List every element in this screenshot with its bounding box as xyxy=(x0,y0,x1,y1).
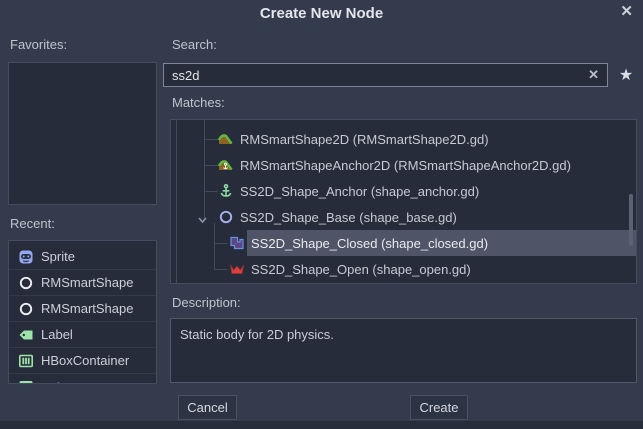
tree-item-label: SS2D_Shape_Base (shape_base.gd) xyxy=(240,210,457,225)
tree-item[interactable]: SS2D_Shape_Base (shape_base.gd) xyxy=(171,204,636,230)
create-button[interactable]: Create xyxy=(410,395,468,420)
shape-open-icon xyxy=(229,261,245,277)
tree-item[interactable]: RMSmartShape2D (RMSmartShape2D.gd) xyxy=(171,126,636,152)
list-item[interactable]: RMSmartShape xyxy=(9,296,156,322)
description-label: Description: xyxy=(172,295,241,310)
list-item-label: RMSmartShape xyxy=(41,275,133,290)
tree-item-label: SS2D_Shape_Anchor (shape_anchor.gd) xyxy=(240,184,479,199)
tree-item-label: SS2D_Shape_Closed (shape_closed.gd) xyxy=(251,236,488,251)
sprite-icon xyxy=(18,249,34,265)
recent-list: Sprite RMSmartShape RMSmartShape Label HBoxC… xyxy=(8,240,157,384)
search-input[interactable]: ss2d ✕ xyxy=(163,63,608,87)
cancel-button[interactable]: Cancel xyxy=(178,395,237,420)
list-item[interactable]: RMSmartShape xyxy=(9,270,156,296)
hbox-container-icon xyxy=(18,353,34,369)
tree-rows: RMSmartShape2D (RMSmartShape2D.gd) RMSmar… xyxy=(171,126,636,282)
anchor-icon xyxy=(218,183,234,199)
recent-label: Recent: xyxy=(10,216,55,231)
create-button-label: Create xyxy=(419,400,458,415)
shape-closed-icon xyxy=(229,235,245,251)
tree-item-label: SS2D_Shape_Open (shape_open.gd) xyxy=(251,262,471,277)
tree-item-label: RMSmartShape2D (RMSmartShape2D.gd) xyxy=(240,132,489,147)
dialog-bottom-edge xyxy=(0,421,643,429)
tree-item[interactable]: RMSmartShapeAnchor2D (RMSmartShapeAnchor… xyxy=(171,152,636,178)
list-item-label: SpinBox xyxy=(41,380,89,385)
terrain-anchor-icon xyxy=(218,157,234,173)
list-item[interactable]: Label xyxy=(9,322,156,348)
list-item-label: RMSmartShape xyxy=(41,301,133,316)
label-tag-icon xyxy=(18,327,34,343)
vertical-scrollbar[interactable] xyxy=(629,194,633,246)
favorite-star-icon[interactable]: ★ xyxy=(613,63,639,87)
search-value: ss2d xyxy=(172,68,588,83)
favorites-label: Favorites: xyxy=(10,37,67,52)
tree-item[interactable]: SS2D_Shape_Open (shape_open.gd) xyxy=(171,256,636,282)
circle-white-icon xyxy=(18,275,34,291)
tree-item[interactable]: SS2D_Shape_Closed (shape_closed.gd) xyxy=(171,230,636,256)
matches-label: Matches: xyxy=(172,95,225,110)
search-label: Search: xyxy=(172,37,217,52)
close-icon[interactable]: ✕ xyxy=(620,3,633,21)
clear-search-icon[interactable]: ✕ xyxy=(588,67,599,83)
list-item[interactable]: SpinBox xyxy=(9,374,156,384)
list-item[interactable]: Sprite xyxy=(9,244,156,270)
list-item[interactable]: HBoxContainer xyxy=(9,348,156,374)
circle-white-icon xyxy=(18,301,34,317)
tree-item[interactable]: SS2D_Shape_Anchor (shape_anchor.gd) xyxy=(171,178,636,204)
matches-tree: RMSmartShape2D (RMSmartShape2D.gd) RMSmar… xyxy=(170,119,637,284)
tree-item-label: RMSmartShapeAnchor2D (RMSmartShapeAnchor… xyxy=(240,158,571,173)
circle-blue-icon xyxy=(218,209,234,225)
dialog-title: Create New Node xyxy=(0,5,643,22)
list-item-label: HBoxContainer xyxy=(41,353,129,368)
list-item-label: Label xyxy=(41,327,73,342)
description-box: Static body for 2D physics. xyxy=(170,318,637,383)
description-text: Static body for 2D physics. xyxy=(180,327,334,342)
spinbox-icon xyxy=(18,379,34,384)
terrain-icon xyxy=(218,131,234,147)
cancel-button-label: Cancel xyxy=(187,400,227,415)
favorites-panel[interactable] xyxy=(8,62,157,205)
list-item-label: Sprite xyxy=(41,249,75,264)
